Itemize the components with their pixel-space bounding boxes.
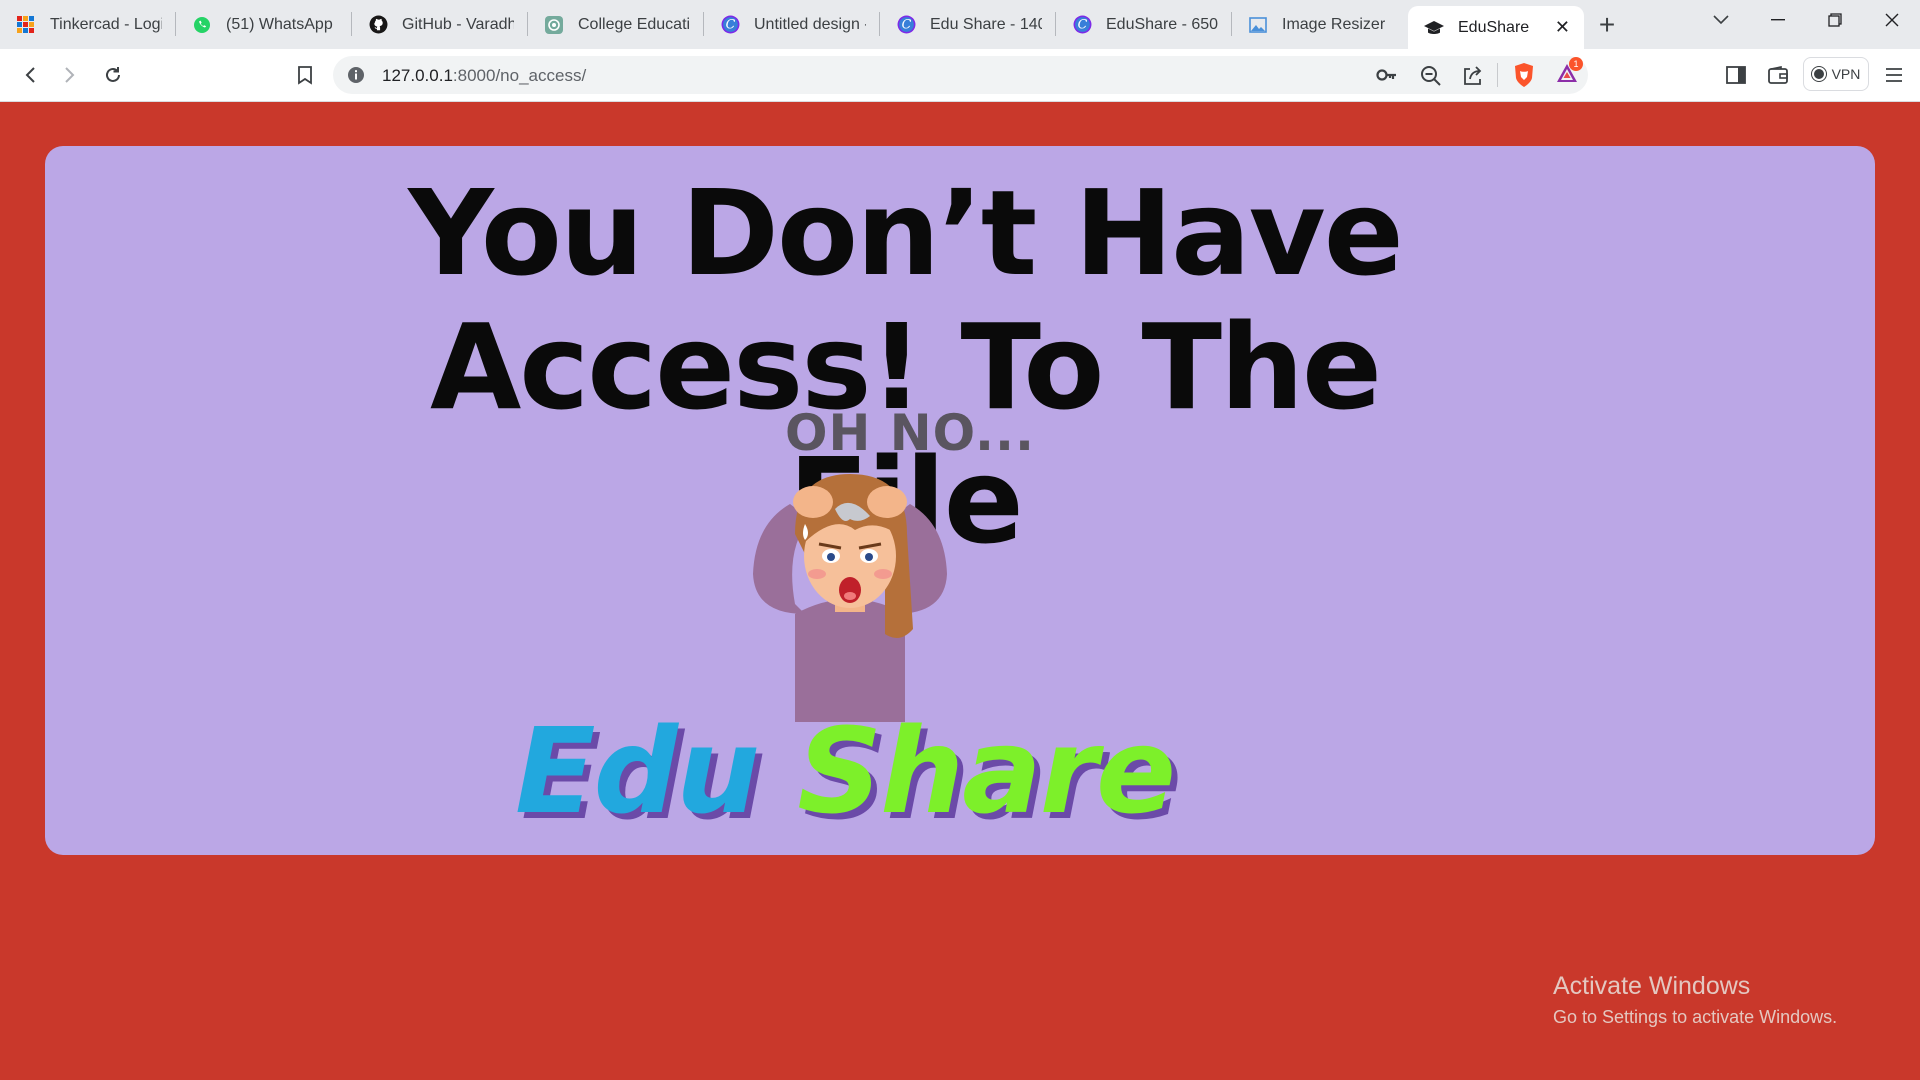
new-tab-button[interactable]: + [1584,0,1630,49]
tab-untitled-design[interactable]: C Untitled design - [704,0,880,49]
tab-edu-share-1400[interactable]: C Edu Share - 1400 [880,0,1056,49]
site-info-icon[interactable] [347,66,365,89]
minimize-icon[interactable] [1749,0,1806,40]
key-icon[interactable] [1376,65,1398,90]
zoom-out-icon[interactable] [1420,65,1442,92]
share-icon[interactable] [1462,65,1484,92]
logo-edu: Edu [515,702,760,840]
url-host: 127.0.0.1 [382,66,453,85]
back-icon[interactable] [16,61,44,89]
tab-title: Image Resizer [1282,15,1386,33]
activate-windows-title: Activate Windows [1553,972,1751,1000]
url-text[interactable]: 127.0.0.1:8000/no_access/ [382,66,586,86]
forward-icon[interactable] [56,61,84,89]
tab-search-icon[interactable] [1692,0,1749,40]
tab-whatsapp[interactable]: (51) WhatsApp [176,0,352,49]
browser-toolbar: 127.0.0.1:8000/no_access/ 1 VPN [0,49,1920,102]
tab-edushare-active[interactable]: EduShare ✕ [1408,6,1584,49]
activate-windows-watermark: Activate Windows Go to Settings to activ… [1553,972,1837,1028]
sidebar-icon[interactable] [1722,61,1750,89]
tab-title: Untitled design - [754,15,866,33]
address-bar[interactable]: 127.0.0.1:8000/no_access/ 1 [333,56,1588,94]
restore-icon[interactable] [1806,0,1863,40]
tab-title: EduShare - 650 × [1106,15,1218,33]
openai-icon [544,15,564,35]
window-controls [1692,0,1920,40]
omnibox-divider [1497,63,1498,87]
tab-github[interactable]: GitHub - Varadhar [352,0,528,49]
brave-shields-icon[interactable] [1512,62,1536,93]
svg-text:C: C [725,17,735,32]
tab-tinkercad[interactable]: Tinkercad - Login [0,0,176,49]
vpn-label: VPN [1831,66,1861,82]
vpn-status-icon [1811,67,1826,81]
menu-icon[interactable] [1880,61,1908,89]
close-tab-icon[interactable]: ✕ [1555,17,1570,38]
tab-title: Edu Share - 1400 [930,15,1042,33]
tab-strip: Tinkercad - Login (51) WhatsApp GitHub -… [0,0,1920,49]
github-icon [368,15,388,35]
canva-icon: C [720,15,740,35]
canva-icon: C [1072,15,1092,35]
distressed-person-illustration [753,474,947,722]
tab-image-resizer[interactable]: Image Resizer [1232,0,1408,49]
tab-college-education[interactable]: College Education [528,0,704,49]
tinkercad-icon [16,15,36,35]
wallet-icon[interactable] [1764,61,1792,89]
close-window-icon[interactable] [1863,0,1920,40]
tab-edushare-650[interactable]: C EduShare - 650 × [1056,0,1232,49]
rewards-badge: 1 [1569,57,1583,71]
reload-icon[interactable] [99,61,127,89]
oh-no-text: OH NO... [785,404,1035,462]
tab-title: (51) WhatsApp [226,15,333,33]
tab-title: GitHub - Varadhar [402,15,514,33]
url-path: :8000/no_access/ [452,66,587,85]
edushare-logo: Edu Share [515,712,1176,830]
tab-title: EduShare [1458,18,1530,36]
whatsapp-icon [192,15,212,35]
tab-title: Tinkercad - Login [50,15,162,33]
logo-share: Share [797,702,1176,840]
svg-text:C: C [901,17,911,32]
tab-title: College Education [578,15,690,33]
vpn-button[interactable]: VPN [1803,57,1869,91]
no-access-card: You Don’t Have Access! To The File OH NO… [45,146,1875,855]
svg-text:C: C [1077,17,1087,32]
image-icon [1248,15,1268,35]
activate-windows-subtitle: Go to Settings to activate Windows. [1553,1007,1838,1027]
bookmark-icon[interactable] [291,61,319,89]
canva-icon: C [896,15,916,35]
graduation-cap-icon [1424,18,1444,38]
